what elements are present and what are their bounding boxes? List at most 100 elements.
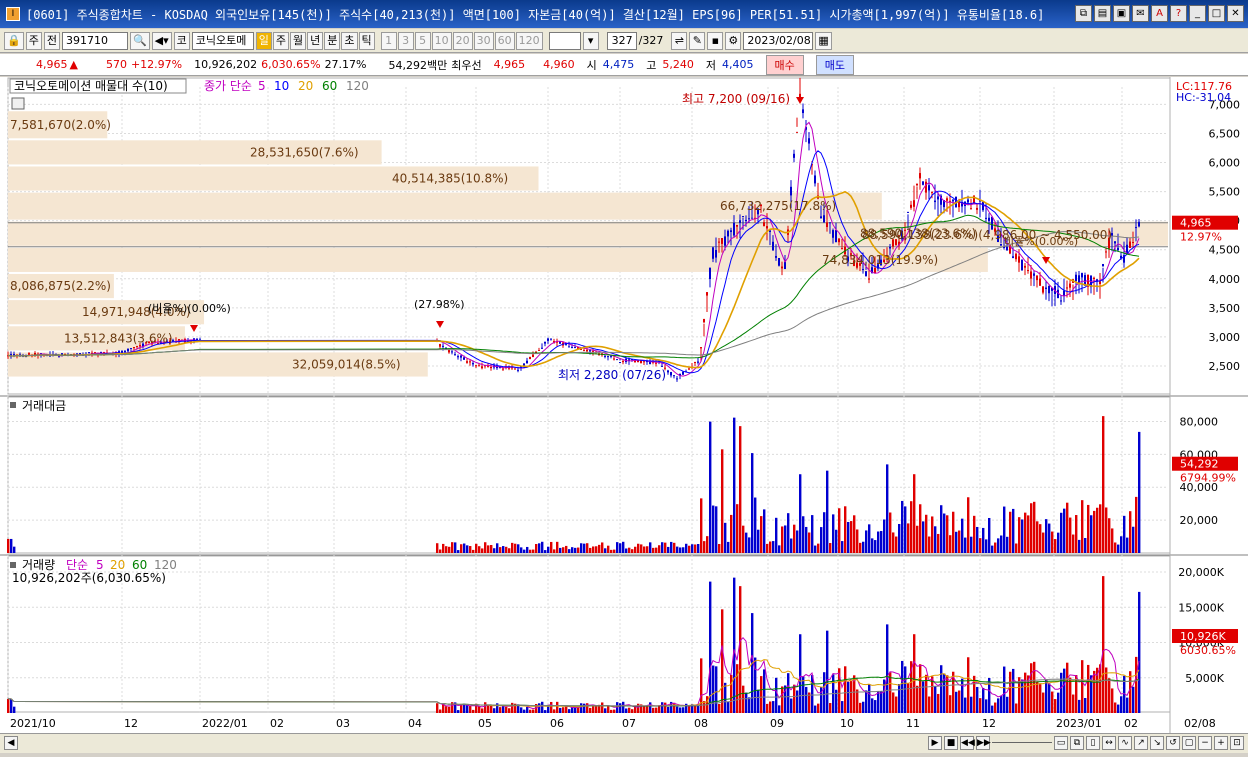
candle-body bbox=[1135, 227, 1137, 229]
draw-icon[interactable]: ✎ bbox=[689, 31, 706, 50]
interval-button[interactable]: 120 bbox=[515, 31, 543, 50]
trend-icon[interactable]: ↗ bbox=[1134, 736, 1148, 750]
sell-button[interactable]: 매도 bbox=[815, 54, 854, 75]
interval-button[interactable]: 60 bbox=[494, 31, 515, 50]
amount-bar bbox=[442, 543, 445, 553]
interval-button[interactable]: 1 bbox=[380, 31, 397, 50]
amount-bar bbox=[628, 547, 631, 553]
volume-bar bbox=[469, 706, 472, 713]
font-icon[interactable]: A bbox=[1151, 5, 1168, 22]
amount-bar bbox=[949, 535, 952, 553]
interval-button[interactable]: 10 bbox=[431, 31, 452, 50]
arrow-down-icon bbox=[190, 325, 198, 332]
buy-button[interactable]: 매수 bbox=[765, 54, 804, 75]
amount-bar bbox=[877, 531, 880, 553]
print-icon[interactable]: ▤ bbox=[1094, 5, 1111, 22]
save-icon[interactable]: ▣ bbox=[1113, 5, 1130, 22]
volume-bar bbox=[901, 660, 904, 713]
layout-icon[interactable]: ▭ bbox=[1054, 736, 1068, 750]
chart-area[interactable]: 2021/10 12 2022/01 02 03 04 05 06 07 08 09 10 11 12 20… bbox=[0, 77, 1248, 733]
volume-bar bbox=[823, 672, 826, 713]
volume-bar bbox=[1039, 684, 1042, 713]
zoom-in-icon[interactable]: + bbox=[1214, 736, 1228, 750]
scroll-left-icon[interactable]: ◀ bbox=[4, 736, 18, 750]
code-input[interactable]: 391710 bbox=[61, 31, 128, 50]
interval-input[interactable] bbox=[548, 31, 581, 50]
interval-button[interactable]: 3 bbox=[397, 31, 414, 50]
candle-body bbox=[457, 356, 459, 358]
amount-bar bbox=[754, 497, 757, 553]
volume-bar bbox=[1072, 694, 1075, 713]
mode-select[interactable]: 주 bbox=[25, 31, 42, 50]
volume-bar bbox=[709, 581, 712, 713]
period-tab[interactable]: 월 bbox=[290, 31, 307, 50]
candle-body bbox=[490, 366, 492, 369]
candle-body bbox=[793, 153, 795, 158]
prev-button[interactable]: 전 bbox=[43, 31, 60, 50]
amount-bar bbox=[604, 548, 607, 553]
link-icon[interactable]: ⧉ bbox=[1075, 5, 1092, 22]
interval-button[interactable]: 5 bbox=[414, 31, 431, 50]
arrows-icon[interactable]: ↔ bbox=[1102, 736, 1116, 750]
window-icon[interactable]: ⧉ bbox=[1070, 736, 1084, 750]
candle-body bbox=[724, 236, 726, 246]
period-tab[interactable]: 년 bbox=[307, 31, 324, 50]
x-tick-label: 07 bbox=[622, 717, 636, 730]
ma-period-label: 120 bbox=[346, 79, 369, 93]
calendar-icon[interactable]: ▦ bbox=[815, 31, 832, 50]
amount-bar bbox=[556, 541, 559, 553]
volume-bar bbox=[919, 664, 922, 713]
x-tick-label: 2022/01 bbox=[202, 717, 248, 730]
stock-name[interactable]: 코닉오토메 bbox=[191, 31, 254, 50]
x-tick-label: 04 bbox=[408, 717, 422, 730]
help-icon[interactable]: ? bbox=[1170, 5, 1187, 22]
period-tab[interactable]: 분 bbox=[324, 31, 341, 50]
tool-icon[interactable]: ⇌ bbox=[671, 31, 688, 50]
amount-bar bbox=[850, 521, 853, 553]
volume-bar bbox=[526, 706, 529, 713]
date-input[interactable]: 2023/02/08 bbox=[743, 31, 814, 50]
minimize-button[interactable]: _ bbox=[1189, 5, 1206, 22]
amount-bar bbox=[814, 545, 817, 553]
candle-body bbox=[889, 246, 891, 249]
stop-icon[interactable]: ■ bbox=[944, 736, 958, 750]
forward-icon[interactable]: ▶▶ bbox=[976, 736, 991, 750]
candle-body bbox=[838, 238, 840, 243]
period-tab[interactable]: 주 bbox=[272, 31, 290, 50]
lock-icon[interactable]: 🔒 bbox=[4, 31, 24, 50]
interval-button[interactable]: 20 bbox=[452, 31, 473, 50]
speaker-icon[interactable]: ◀▾ bbox=[151, 31, 172, 50]
zoom-slider[interactable] bbox=[992, 742, 1052, 746]
volume-bar bbox=[1045, 679, 1048, 713]
ma-period-label: 10 bbox=[274, 79, 289, 93]
split-icon[interactable]: ▯ bbox=[1086, 736, 1100, 750]
period-tab[interactable]: 초 bbox=[341, 31, 358, 50]
candle-body bbox=[802, 109, 804, 114]
return-icon[interactable]: ↺ bbox=[1166, 736, 1180, 750]
x-tick-label: 12 bbox=[124, 717, 138, 730]
amount-bar bbox=[598, 544, 601, 553]
bottom-scrollbar[interactable]: ◀ ▶ ■ ◀◀ ▶▶ ▭ ⧉ ▯ ↔ ∿ ↗ ↘ ↺ ▢ − + ⊡ bbox=[0, 733, 1248, 753]
candle-body bbox=[619, 362, 621, 364]
gear-icon[interactable]: ⚙ bbox=[725, 31, 742, 50]
period-tab[interactable]: 틱 bbox=[358, 31, 375, 50]
interval-button[interactable]: 30 bbox=[473, 31, 494, 50]
bookmark-icon[interactable]: ✉ bbox=[1132, 5, 1149, 22]
maximize-button[interactable]: □ bbox=[1208, 5, 1225, 22]
play-icon[interactable]: ▶ bbox=[928, 736, 942, 750]
chevron-down-icon[interactable]: ▾ bbox=[582, 31, 599, 50]
zoom-out-icon[interactable]: − bbox=[1198, 736, 1212, 750]
trend-down-icon[interactable]: ↘ bbox=[1150, 736, 1164, 750]
count-input[interactable]: 327 bbox=[606, 31, 637, 50]
volume-bar bbox=[955, 691, 958, 713]
box-icon[interactable]: ▢ bbox=[1182, 736, 1196, 750]
interval-buttons: 1 3 5 10 20 30 60 120 bbox=[380, 31, 543, 50]
fit-icon[interactable]: ⊡ bbox=[1230, 736, 1244, 750]
volume-bar bbox=[856, 689, 859, 713]
search-icon[interactable]: 🔍 bbox=[129, 31, 150, 50]
rewind-icon[interactable]: ◀◀ bbox=[960, 736, 975, 750]
disk-icon[interactable]: ▪ bbox=[707, 31, 724, 50]
period-tab[interactable]: 일 bbox=[255, 31, 272, 50]
close-button[interactable]: ✕ bbox=[1227, 5, 1244, 22]
wave-icon[interactable]: ∿ bbox=[1118, 736, 1132, 750]
